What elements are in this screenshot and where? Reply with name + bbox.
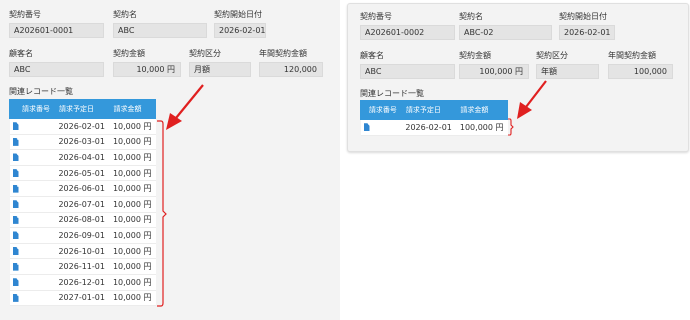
- annotation-overlay: [157, 80, 547, 307]
- red-bracket-left: [157, 120, 167, 307]
- red-arrow-left: [166, 84, 204, 130]
- red-bracket-right: [508, 118, 514, 136]
- red-arrow-right: [517, 80, 547, 119]
